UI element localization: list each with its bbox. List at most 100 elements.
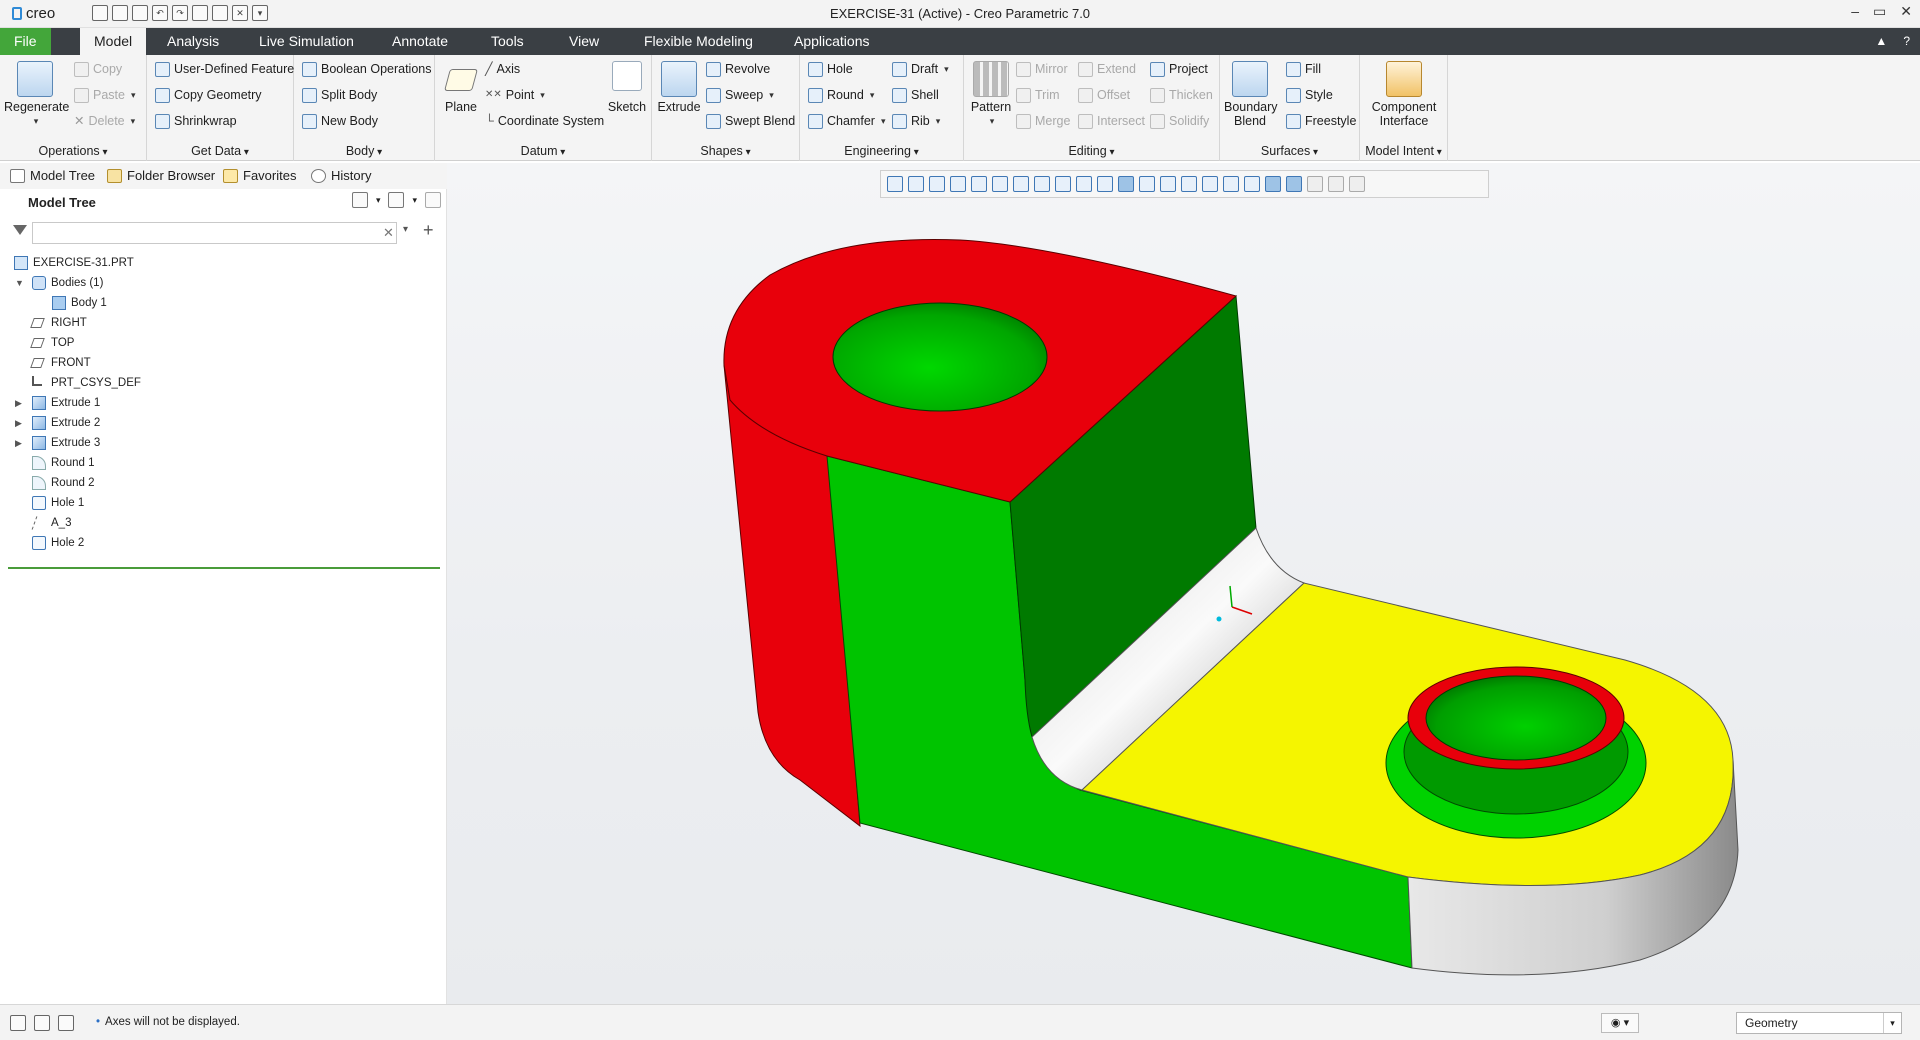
solidify-button[interactable]: Solidify bbox=[1150, 111, 1209, 131]
browser-icon[interactable] bbox=[34, 1015, 50, 1031]
new-body-button[interactable]: New Body bbox=[302, 111, 378, 131]
tree-item[interactable]: TOP bbox=[0, 333, 447, 353]
tab-analysis[interactable]: Analysis bbox=[153, 28, 233, 55]
tree-item[interactable]: PRT_CSYS_DEF bbox=[0, 373, 447, 393]
hole-button[interactable]: Hole bbox=[808, 59, 853, 79]
pattern-button[interactable]: Pattern ▾ bbox=[968, 61, 1014, 128]
tree-item[interactable]: ▶ Extrude 2 bbox=[0, 413, 447, 433]
split-body-button[interactable]: Split Body bbox=[302, 85, 377, 105]
axis-button[interactable]: ╱ Axis bbox=[485, 59, 520, 79]
shell-button[interactable]: Shell bbox=[892, 85, 939, 105]
group-title-engineering[interactable]: Engineering bbox=[800, 144, 963, 158]
tab-tools[interactable]: Tools bbox=[477, 28, 538, 55]
sweep-button[interactable]: Sweep ▾ bbox=[706, 85, 774, 105]
tree-item[interactable]: Round 1 bbox=[0, 453, 447, 473]
tab-model-tree[interactable]: Model Tree bbox=[10, 168, 95, 183]
add-item-icon[interactable]: + bbox=[423, 220, 434, 241]
group-title-body[interactable]: Body bbox=[294, 144, 434, 158]
tree-columns-icon[interactable] bbox=[425, 192, 441, 208]
fill-button[interactable]: Fill bbox=[1286, 59, 1321, 79]
coordinate-system-button[interactable]: └ Coordinate System bbox=[485, 111, 604, 131]
offset-button[interactable]: Offset bbox=[1078, 85, 1130, 105]
tab-live-simulation[interactable]: Live Simulation bbox=[245, 28, 368, 55]
undo-icon[interactable]: ↶ bbox=[152, 5, 168, 21]
trim-button[interactable]: Trim bbox=[1016, 85, 1060, 105]
tab-annotate[interactable]: Annotate bbox=[378, 28, 462, 55]
tab-favorites[interactable]: Favorites bbox=[223, 168, 296, 183]
tab-history[interactable]: History bbox=[311, 168, 371, 183]
tree-item[interactable]: ▼ Bodies (1) bbox=[0, 273, 447, 293]
delete-button[interactable]: ✕ Delete ▾ bbox=[74, 111, 135, 131]
help-icon[interactable]: ? bbox=[1903, 34, 1910, 48]
plane-button[interactable]: Plane bbox=[439, 61, 483, 114]
windows-icon[interactable] bbox=[212, 5, 228, 21]
open-file-icon[interactable] bbox=[112, 5, 128, 21]
boolean-operations-button[interactable]: Boolean Operations bbox=[302, 59, 432, 79]
close-button[interactable]: ✕ bbox=[1900, 3, 1912, 20]
insert-here-marker[interactable] bbox=[8, 567, 440, 569]
extrude-button[interactable]: Extrude bbox=[656, 61, 702, 114]
tree-item[interactable]: FRONT bbox=[0, 353, 447, 373]
group-title-shapes[interactable]: Shapes bbox=[652, 144, 799, 158]
tree-item[interactable]: Hole 2 bbox=[0, 533, 447, 553]
tree-settings-dropdown-icon[interactable]: ▾ bbox=[376, 195, 381, 206]
group-title-get-data[interactable]: Get Data bbox=[147, 144, 293, 158]
lower-hole[interactable] bbox=[1425, 675, 1607, 761]
tab-view[interactable]: View bbox=[555, 28, 613, 55]
tree-item[interactable]: ▶ Extrude 3 bbox=[0, 433, 447, 453]
copy-button[interactable]: Copy bbox=[74, 59, 122, 79]
group-title-editing[interactable]: Editing bbox=[964, 144, 1219, 158]
minimize-ribbon-icon[interactable]: ▲ bbox=[1875, 34, 1887, 48]
extend-button[interactable]: Extend bbox=[1078, 59, 1136, 79]
customize-toolbar-icon[interactable]: ▾ bbox=[252, 5, 268, 21]
swept-blend-button[interactable]: Swept Blend bbox=[706, 111, 795, 131]
selection-filter-dropdown-icon[interactable]: ▾ bbox=[1883, 1013, 1901, 1033]
copy-geometry-button[interactable]: Copy Geometry bbox=[155, 85, 262, 105]
merge-button[interactable]: Merge bbox=[1016, 111, 1070, 131]
revolve-button[interactable]: Revolve bbox=[706, 59, 770, 79]
tab-file[interactable]: File bbox=[0, 28, 51, 55]
tree-item[interactable]: ▶ Extrude 1 bbox=[0, 393, 447, 413]
tree-item[interactable]: Hole 1 bbox=[0, 493, 447, 513]
find-button[interactable]: ◉ ▾ bbox=[1601, 1013, 1639, 1033]
selection-filter-select[interactable]: Geometry ▾ bbox=[1736, 1012, 1902, 1034]
regenerate-icon[interactable] bbox=[192, 5, 208, 21]
mirror-button[interactable]: Mirror bbox=[1016, 59, 1068, 79]
full-screen-icon[interactable] bbox=[58, 1015, 74, 1031]
freestyle-button[interactable]: Freestyle bbox=[1286, 111, 1356, 131]
group-title-datum[interactable]: Datum bbox=[435, 144, 651, 158]
project-button[interactable]: Project bbox=[1150, 59, 1208, 79]
tree-item[interactable]: Body 1 bbox=[0, 293, 447, 313]
tab-applications[interactable]: Applications bbox=[780, 28, 884, 55]
filter-dropdown-icon[interactable]: ▾ bbox=[403, 224, 408, 235]
style-button[interactable]: Style bbox=[1286, 85, 1333, 105]
group-title-operations[interactable]: Operations bbox=[0, 144, 146, 158]
point-button[interactable]: ✕✕ Point ▾ bbox=[485, 85, 545, 105]
intersect-button[interactable]: Intersect bbox=[1078, 111, 1145, 131]
group-title-model-intent[interactable]: Model Intent bbox=[1360, 144, 1447, 158]
save-icon[interactable] bbox=[132, 5, 148, 21]
sketch-button[interactable]: Sketch bbox=[605, 61, 649, 114]
tree-item[interactable]: RIGHT bbox=[0, 313, 447, 333]
chamfer-button[interactable]: Chamfer ▾ bbox=[808, 111, 885, 131]
expand-icon[interactable]: ▶ bbox=[15, 393, 22, 413]
toggle-navigator-icon[interactable] bbox=[10, 1015, 26, 1031]
clear-search-icon[interactable]: ✕ bbox=[383, 225, 394, 241]
paste-button[interactable]: Paste ▾ bbox=[74, 85, 136, 105]
draft-button[interactable]: Draft ▾ bbox=[892, 59, 949, 79]
tab-flexible-modeling[interactable]: Flexible Modeling bbox=[630, 28, 767, 55]
tree-item[interactable]: EXERCISE-31.PRT bbox=[0, 253, 447, 273]
component-interface-button[interactable]: Component Interface bbox=[1364, 61, 1444, 128]
shrinkwrap-button[interactable]: Shrinkwrap bbox=[155, 111, 237, 131]
tree-search-input[interactable] bbox=[32, 222, 397, 244]
tab-model[interactable]: Model bbox=[80, 28, 147, 55]
boundary-blend-button[interactable]: Boundary Blend bbox=[1224, 61, 1278, 128]
minimize-button[interactable]: – bbox=[1851, 3, 1859, 20]
group-title-surfaces[interactable]: Surfaces bbox=[1220, 144, 1359, 158]
tree-item[interactable]: A_3 bbox=[0, 513, 447, 533]
expand-icon[interactable]: ▶ bbox=[15, 433, 22, 453]
close-window-icon[interactable]: ✕ bbox=[232, 5, 248, 21]
round-button[interactable]: Round ▾ bbox=[808, 85, 874, 105]
new-file-icon[interactable] bbox=[92, 5, 108, 21]
redo-icon[interactable]: ↷ bbox=[172, 5, 188, 21]
